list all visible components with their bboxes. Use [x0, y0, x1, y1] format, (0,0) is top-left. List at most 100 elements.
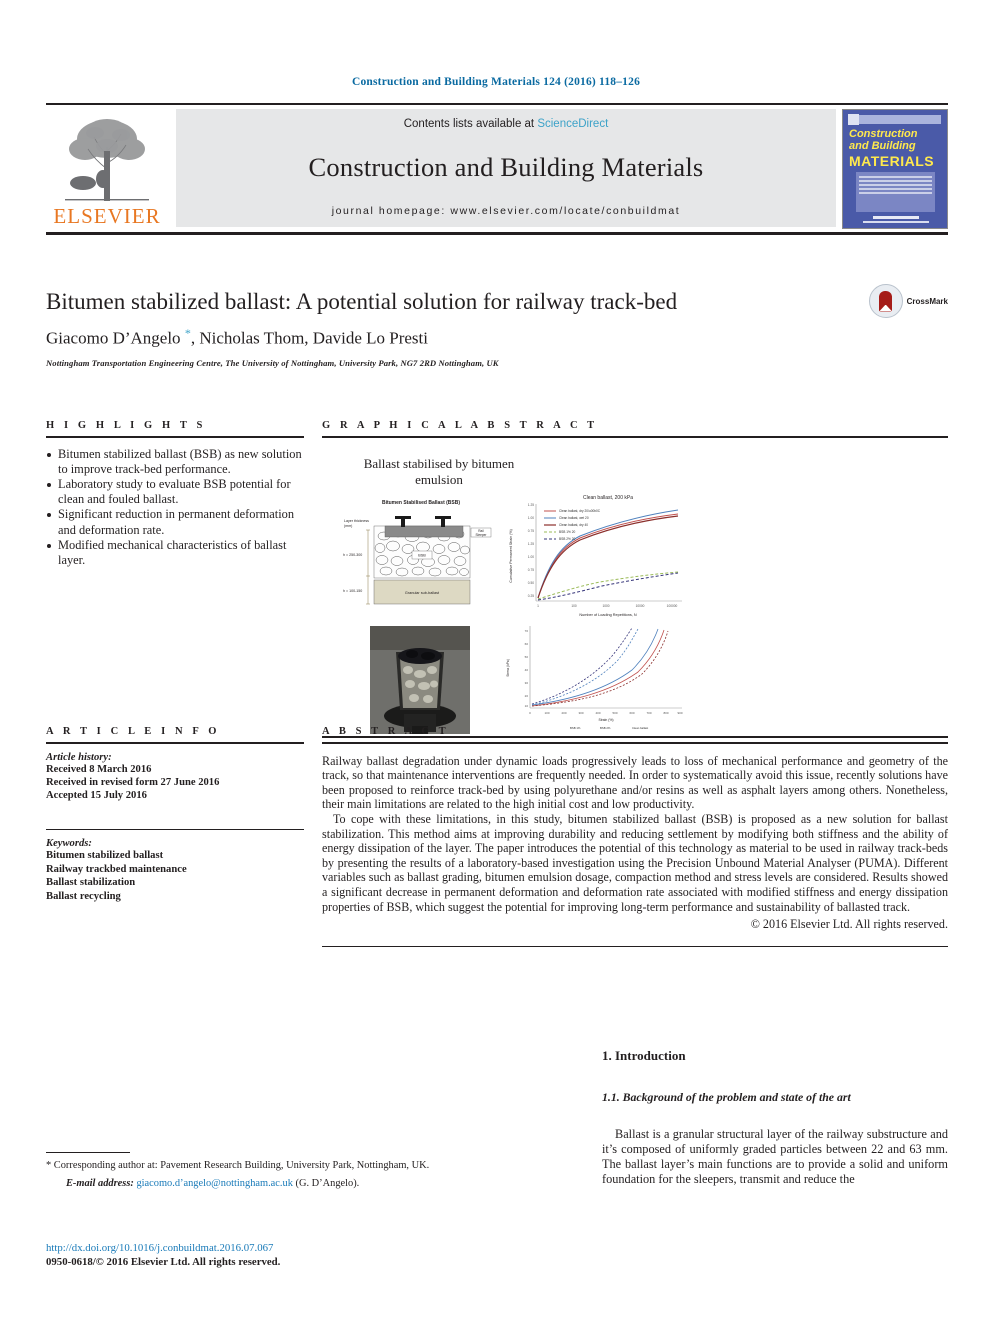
abstract-heading: A B S T R A C T [322, 726, 450, 737]
cover-line-3: MATERIALS [849, 153, 935, 169]
svg-text:1.00: 1.00 [528, 555, 534, 559]
highlights-rule [46, 436, 304, 438]
cover-footer-rule-a [873, 216, 919, 219]
svg-text:0.75: 0.75 [528, 529, 534, 533]
svg-text:Number of Loading Repetitions,: Number of Loading Repetitions, N [579, 613, 636, 617]
footnote-rule [46, 1152, 130, 1154]
svg-text:Stress (kPa): Stress (kPa) [506, 659, 510, 677]
article-history-received: Received 8 March 2016 [46, 763, 152, 775]
svg-text:1000: 1000 [602, 604, 609, 608]
svg-text:1.00: 1.00 [528, 516, 534, 520]
svg-text:30: 30 [525, 681, 529, 685]
keywords-rule [46, 828, 304, 831]
affiliation: Nottingham Transportation Engineering Ce… [46, 357, 499, 368]
highlights-list: Bitumen stabilized ballast (BSB) as new … [46, 447, 304, 569]
svg-text:BSB 1% 20: BSB 1% 20 [559, 530, 576, 534]
svg-text:100: 100 [544, 711, 549, 715]
highlights-section: H I G H L I G H T S Bitumen stabilized b… [46, 420, 304, 568]
elsevier-wordmark: ELSEVIER [53, 204, 161, 228]
svg-text:50: 50 [525, 655, 529, 659]
svg-text:(mm): (mm) [344, 524, 352, 528]
list-item: Modified mechanical characteristics of b… [46, 538, 304, 568]
svg-text:400: 400 [595, 711, 600, 715]
svg-text:100: 100 [571, 604, 577, 608]
article-page: Construction and Building Materials 124 … [0, 0, 992, 1323]
masthead-top-rule [46, 103, 948, 105]
article-history-accepted: Accepted 15 July 2016 [46, 790, 147, 802]
cover-footer-rule-b [863, 221, 929, 223]
svg-text:0.50: 0.50 [528, 581, 534, 585]
introduction-section: 1. Introduction 1.1. Background of the p… [602, 1048, 948, 1187]
svg-text:Strain (%): Strain (%) [598, 718, 613, 722]
svg-text:800: 800 [663, 711, 668, 715]
svg-text:h = 100-150: h = 100-150 [343, 589, 362, 593]
stress-strain-chart: 706050 40302010 0 100 200 300 400 500 600 700… [500, 621, 690, 734]
graphical-abstract-figure: Ballast stabilised by bitumen emulsion B… [322, 450, 948, 739]
svg-text:100000: 100000 [667, 604, 678, 608]
graphical-abstract-rule [322, 436, 948, 438]
abstract-copyright: © 2016 Elsevier Ltd. All rights reserved… [750, 917, 948, 932]
cover-blurb-lines [859, 176, 932, 196]
graphical-abstract-figure-title: Ballast stabilised by bitumen emulsion [363, 455, 515, 487]
svg-text:600: 600 [629, 711, 634, 715]
author-list: Giacomo D’Angelo *, Nicholas Thom, David… [46, 326, 428, 348]
email-note: E-mail address: giacomo.d’angelo@notting… [46, 1178, 486, 1191]
svg-text:0.75: 0.75 [528, 568, 534, 572]
masthead-bottom-rule [46, 232, 948, 235]
track-bed-diagram: Bitumen Stabilised Ballast (BSB) Layer t… [343, 500, 492, 604]
svg-text:Sleeper: Sleeper [476, 533, 488, 537]
svg-text:BSB: BSB [418, 553, 426, 557]
article-info-rule [46, 742, 304, 744]
introduction-paragraph: Ballast is a granular structural layer o… [602, 1127, 948, 1186]
journal-homepage-link[interactable]: journal homepage: www.elsevier.com/locat… [332, 205, 681, 217]
svg-text:Clean ballast, 200 kPa: Clean ballast, 200 kPa [583, 495, 633, 501]
svg-text:20: 20 [525, 694, 529, 698]
svg-text:0.25: 0.25 [528, 594, 534, 598]
list-item: Significant reduction in permanent defor… [46, 507, 304, 537]
title-block: CrossMark Bitumen stabilized ballast: A … [46, 284, 948, 368]
svg-text:Bitumen Stabilised Ballast (BS: Bitumen Stabilised Ballast (BSB) [382, 500, 460, 506]
email-owner: (G. D’Angelo). [295, 1177, 360, 1189]
svg-text:h = 250-300: h = 250-300 [343, 553, 362, 557]
journal-cover-thumbnail: Construction and Building MATERIALS [842, 109, 948, 229]
svg-text:Cumulative Permanent Strain (%: Cumulative Permanent Strain (%) [509, 529, 513, 583]
svg-text:700: 700 [646, 711, 651, 715]
keyword-item: Railway trackbed maintenance [46, 863, 187, 875]
svg-text:1: 1 [537, 604, 539, 608]
highlights-heading: H I G H L I G H T S [46, 420, 206, 431]
graphical-abstract-section: G R A P H I C A L A B S T R A C T Ballas… [322, 420, 948, 739]
crossmark-badge[interactable]: CrossMark [868, 284, 948, 318]
cover-line-1: Construction [849, 128, 918, 140]
list-item: Bitumen stabilized ballast (BSB) as new … [46, 447, 304, 477]
running-head: Construction and Building Materials 124 … [351, 76, 641, 88]
email-link[interactable]: giacomo.d’angelo@nottingham.ac.uk [136, 1178, 292, 1189]
svg-text:1.25: 1.25 [528, 503, 534, 507]
list-item: Laboratory study to evaluate BSB potenti… [46, 477, 304, 507]
abstract-section: A B S T R A C T Railway ballast degradat… [322, 726, 948, 948]
keywords-label: Keywords: [46, 838, 92, 850]
article-history-revised: Received in revised form 27 June 2016 [46, 777, 220, 788]
issn-copyright: 0950-0618/© 2016 Elsevier Ltd. All right… [46, 1256, 281, 1268]
svg-text:300: 300 [578, 711, 583, 715]
article-info-heading: A R T I C L E I N F O [46, 726, 221, 737]
crossmark-icon [868, 284, 903, 318]
sciencedirect-link[interactable]: ScienceDirect [537, 118, 608, 130]
contents-available-line: Contents lists available at ScienceDirec… [404, 118, 609, 130]
introduction-heading: 1. Introduction [602, 1048, 686, 1063]
svg-text:Clean ballast, dry 40: Clean ballast, dry 40 [559, 523, 588, 527]
svg-text:BSB 2% 20: BSB 2% 20 [559, 537, 576, 541]
article-history-label: Article history: [46, 751, 112, 763]
doi-link[interactable]: http://dx.doi.org/10.1016/j.conbuildmat.… [46, 1242, 486, 1254]
masthead-center-panel: Contents lists available at ScienceDirec… [176, 109, 836, 227]
svg-text:Granular sub-ballast: Granular sub-ballast [405, 591, 440, 595]
svg-text:70: 70 [525, 629, 529, 633]
cover-top-band [850, 115, 941, 124]
cover-publisher-mark [848, 114, 859, 125]
journal-masthead: ELSEVIER Contents lists available at Sci… [46, 103, 948, 235]
elsevier-logo: ELSEVIER [46, 109, 168, 227]
abstract-paragraph: To cope with these limitations, in this … [322, 811, 948, 914]
corresponding-author-note: * Corresponding author at: Pavement Rese… [46, 1160, 430, 1172]
keyword-item: Bitumen stabilized ballast [46, 850, 164, 862]
introduction-subheading: 1.1. Background of the problem and state… [602, 1090, 851, 1104]
journal-title: Construction and Building Materials [308, 152, 704, 182]
